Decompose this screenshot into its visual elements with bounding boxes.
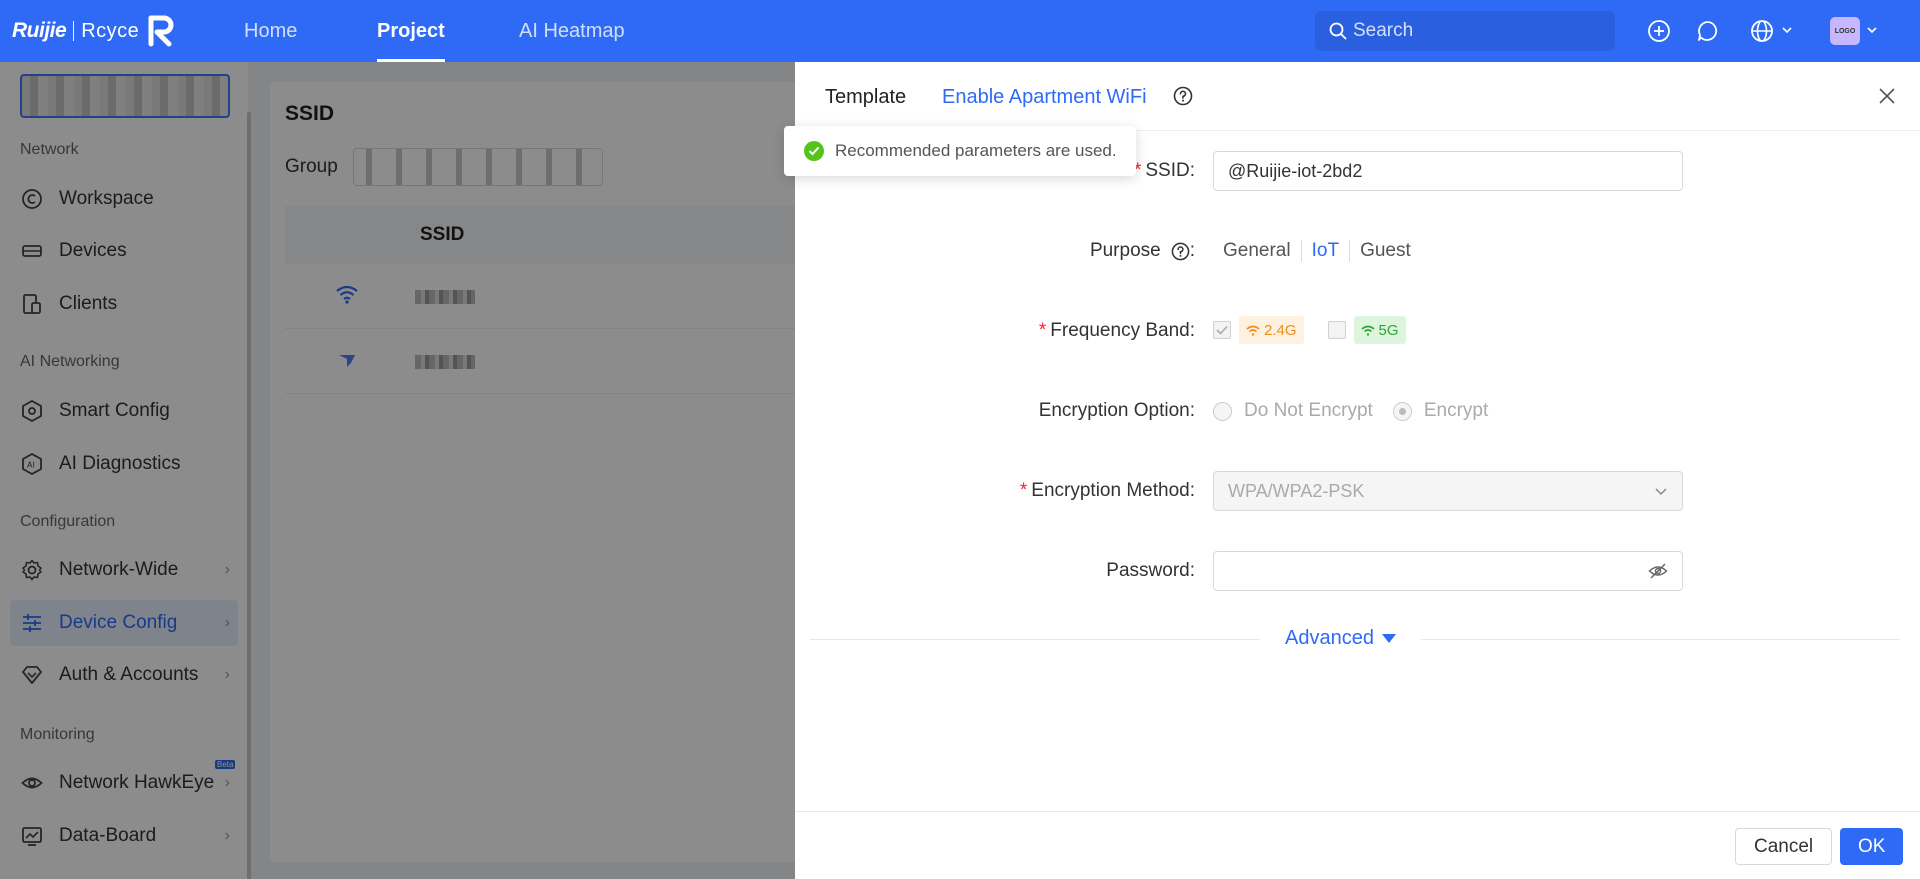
chevron-down-icon: [1655, 488, 1667, 496]
encryption-yes-label: Encrypt: [1423, 400, 1489, 421]
purpose-option-guest[interactable]: Guest: [1350, 240, 1421, 262]
band-5-checkbox[interactable]: [1327, 321, 1346, 339]
nav-tab-home[interactable]: Home: [244, 0, 297, 62]
avatar-chevron-down-icon[interactable]: [1867, 27, 1877, 34]
avatar[interactable]: LOGO: [1830, 17, 1860, 45]
eye-hidden-icon[interactable]: [1648, 563, 1668, 579]
purpose-option-general[interactable]: General: [1213, 240, 1302, 262]
advanced-toggle[interactable]: Advanced: [1260, 627, 1421, 650]
encryption-yes-radio[interactable]: [1392, 401, 1412, 421]
search-icon: [1329, 22, 1347, 40]
product-name: Rcyce: [81, 19, 140, 42]
message-icon[interactable]: [1696, 19, 1720, 43]
search-input[interactable]: Search: [1315, 11, 1615, 51]
purpose-segmented: General IoT Guest: [1213, 240, 1421, 262]
success-toast: Recommended parameters are used.: [784, 126, 1136, 176]
ok-button[interactable]: OK: [1840, 828, 1904, 865]
encryption-method-select[interactable]: WPA/WPA2-PSK: [1213, 471, 1683, 511]
globe-language-icon[interactable]: [1750, 19, 1774, 43]
password-input[interactable]: [1213, 551, 1683, 591]
encryption-option-group: Do Not Encrypt Encrypt: [1213, 400, 1488, 422]
nav-tab-project[interactable]: Project: [377, 0, 445, 62]
logo-divider: [73, 21, 75, 41]
band-24-checkbox[interactable]: [1213, 321, 1231, 339]
encryption-no-radio[interactable]: [1213, 401, 1232, 421]
check-circle-icon: [804, 141, 824, 161]
password-label: Password:: [1106, 560, 1195, 581]
wifi-icon: [1361, 325, 1375, 336]
frequency-band-group: 2.4G 5G: [1213, 316, 1406, 344]
frequency-band-label: * Frequency Band:: [1038, 320, 1195, 341]
tab-enable-apartment-wifi[interactable]: Enable Apartment WiFi: [942, 86, 1147, 109]
brand-name: Ruijie: [12, 19, 67, 42]
chevron-down-icon[interactable]: [1782, 27, 1792, 34]
search-placeholder: Search: [1353, 20, 1414, 41]
purpose-option-iot[interactable]: IoT: [1302, 240, 1351, 262]
close-icon[interactable]: [1878, 87, 1896, 105]
band-24-tag: 2.4G: [1239, 316, 1304, 344]
wifi-icon: [1246, 325, 1260, 336]
brand-logo[interactable]: Ruijie Rcyce: [12, 14, 177, 48]
purpose-label: Purpose :: [1089, 240, 1195, 261]
ssid-label: * SSID:: [1133, 160, 1195, 181]
add-circle-icon[interactable]: [1647, 19, 1671, 43]
ssid-drawer: Template Enable Apartment WiFi * SSID: @R…: [795, 62, 1920, 879]
drawer-header: Template Enable Apartment WiFi: [795, 62, 1920, 131]
nav-tab-ai-heatmap[interactable]: AI Heatmap: [519, 0, 625, 62]
caret-down-icon: [1381, 634, 1396, 643]
help-icon[interactable]: [1173, 86, 1193, 106]
drawer-footer: Cancel OK: [795, 811, 1920, 879]
ssid-input[interactable]: @Ruijie-iot-2bd2: [1213, 151, 1683, 191]
encryption-option-label: Encryption Option:: [1038, 400, 1195, 421]
help-icon[interactable]: [1171, 242, 1190, 261]
brand-mark-icon: [148, 15, 174, 47]
toast-message: Recommended parameters are used.: [835, 141, 1117, 160]
top-bar: Ruijie Rcyce Home Project AI Heatmap Sea…: [0, 0, 1920, 62]
band-5-tag: 5G: [1353, 316, 1406, 344]
encryption-method-label: * Encryption Method:: [1019, 480, 1195, 501]
encryption-no-label: Do Not Encrypt: [1244, 400, 1373, 421]
cancel-button[interactable]: Cancel: [1735, 828, 1833, 865]
modal-overlay[interactable]: [0, 62, 795, 879]
tab-template[interactable]: Template: [825, 86, 906, 109]
